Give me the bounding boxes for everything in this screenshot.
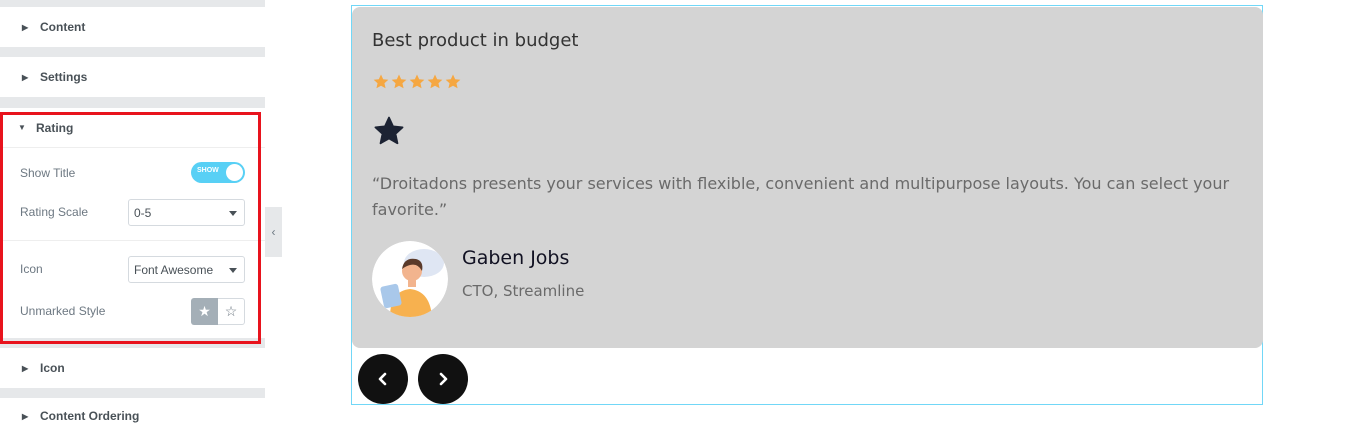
section-settings[interactable]: ▶ Settings [0, 57, 265, 97]
section-content-ordering-label: Content Ordering [40, 409, 140, 423]
card-title: Best product in budget [372, 30, 579, 51]
prev-slide-button[interactable] [358, 354, 408, 404]
rating-star-icon [445, 74, 461, 89]
highlight-box [0, 112, 261, 344]
rating-star-icon [427, 74, 443, 89]
section-icon[interactable]: ▶ Icon [0, 348, 265, 388]
section-content[interactable]: ▶ Content [0, 7, 265, 47]
section-content-ordering[interactable]: ▶ Content Ordering [0, 398, 265, 434]
rating-star-icon [391, 74, 407, 89]
editor-panel: ▶ Content ▶ Settings ▼ Rating Show Title… [0, 0, 265, 434]
chevron-left-icon [378, 372, 387, 386]
rating-star-icon [373, 74, 389, 89]
caret-right-icon: ▶ [22, 22, 29, 32]
chevron-left-icon: ‹ [271, 225, 276, 239]
section-icon-label: Icon [40, 361, 65, 375]
chevron-right-icon [439, 372, 448, 386]
panel-collapse-button[interactable]: ‹ [265, 207, 282, 257]
rating-stars [372, 73, 462, 91]
author-name: Gaben Jobs [462, 247, 570, 269]
rating-star-icon [409, 74, 425, 89]
section-content-label: Content [40, 20, 86, 34]
author-role: CTO, Streamline [462, 282, 585, 300]
testimonial-card: Best product in budget “Droitadons prese… [352, 7, 1263, 348]
testimonial-quote: “Droitadons presents your services with … [372, 174, 1230, 219]
star-icon [374, 116, 404, 145]
author-avatar [372, 241, 448, 317]
caret-right-icon: ▶ [22, 363, 29, 373]
next-slide-button[interactable] [418, 354, 468, 404]
caret-right-icon: ▶ [22, 72, 29, 82]
section-settings-label: Settings [40, 70, 88, 84]
caret-right-icon: ▶ [22, 411, 29, 421]
